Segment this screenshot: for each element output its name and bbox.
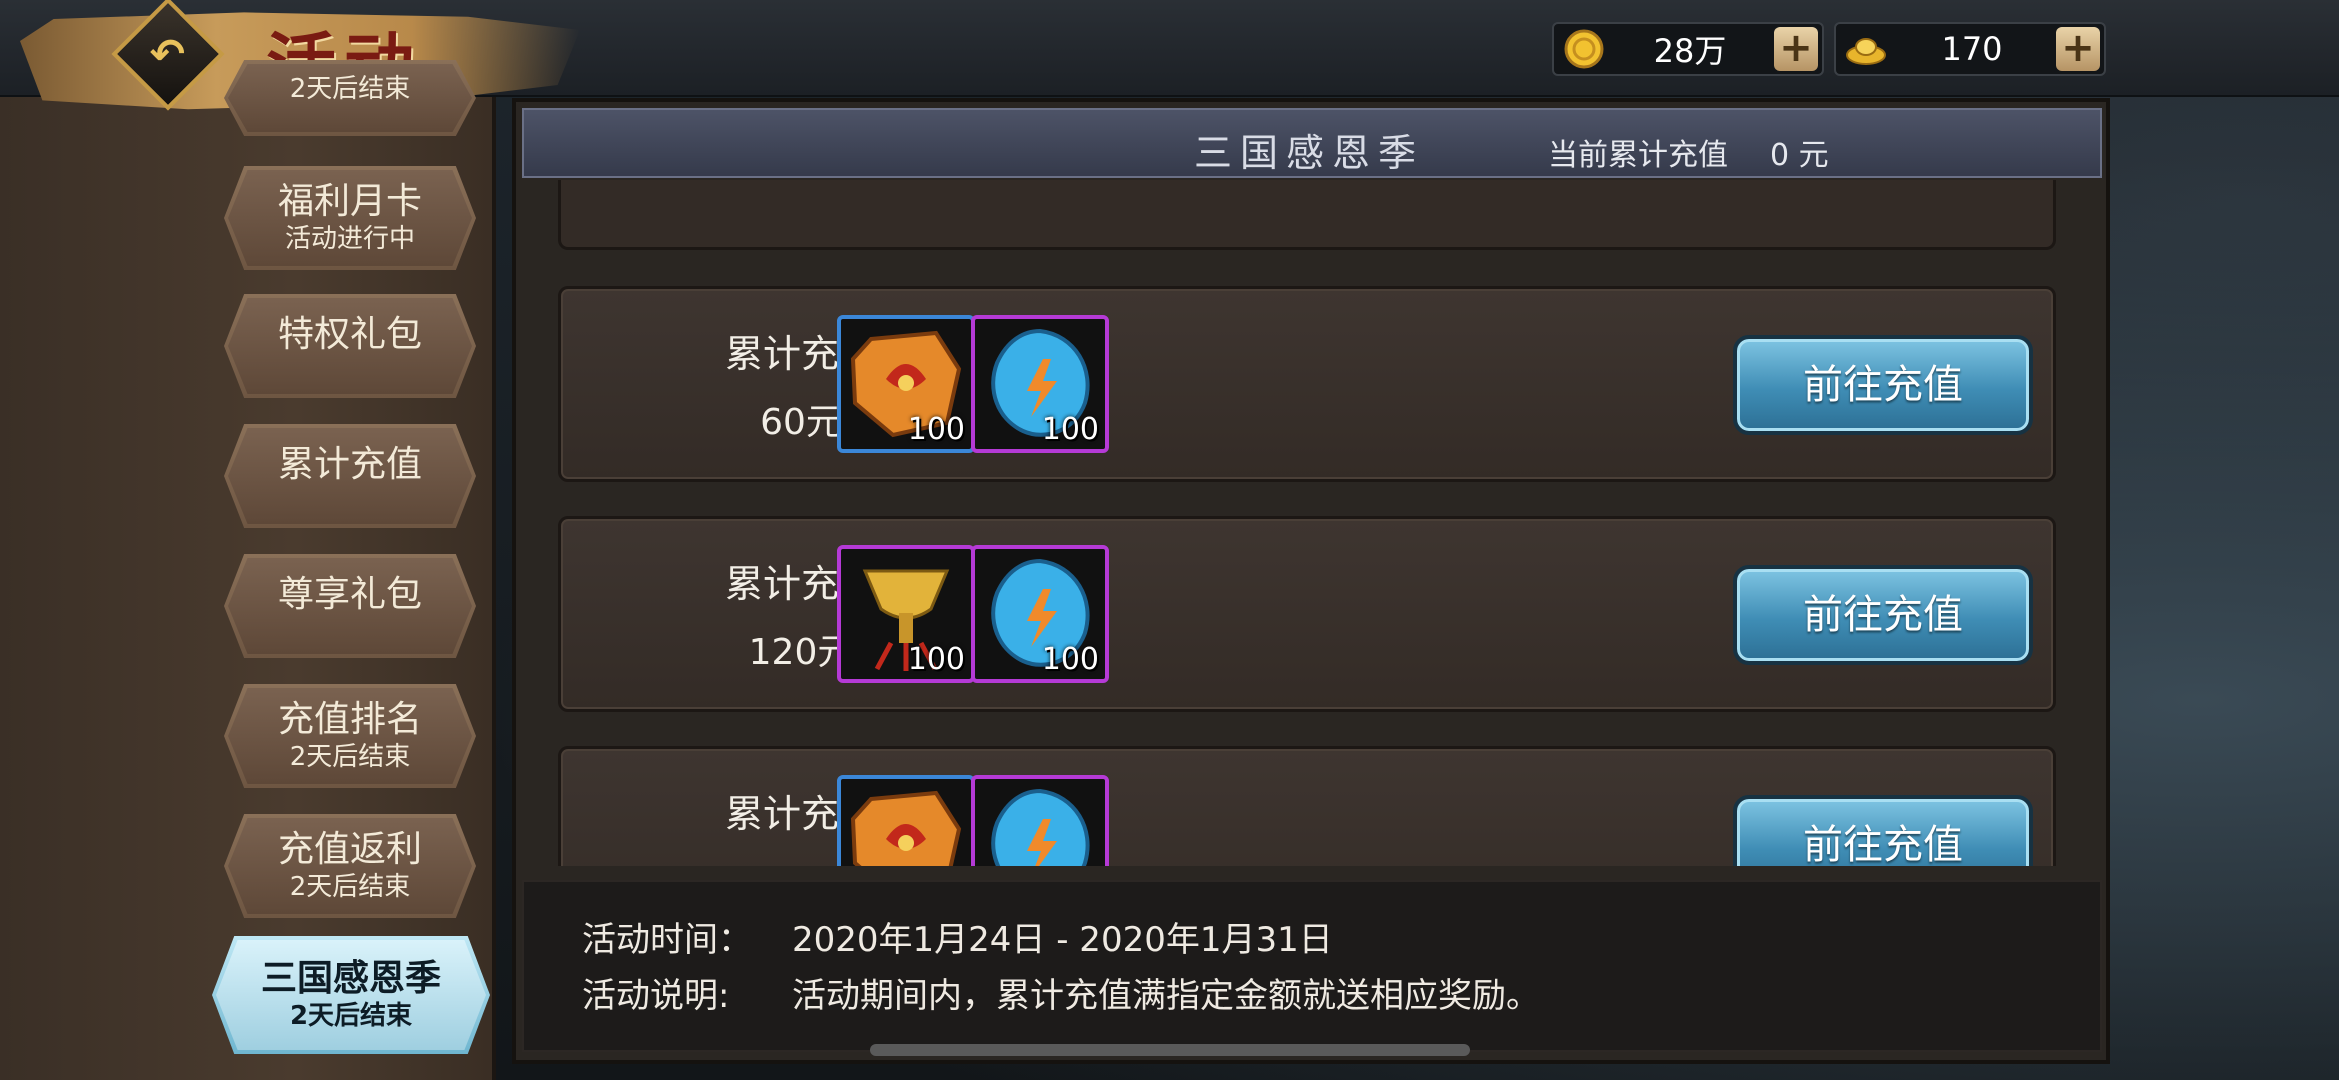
sidebar-item-label: 三国感恩季 (260, 958, 441, 999)
reward-item[interactable]: 100 (837, 545, 975, 683)
orange-rune-stone-icon (850, 790, 962, 866)
activity-description-value: 活动期间内，累计充值满指定金额就送相应奖励。 (792, 976, 1540, 1016)
sidebar-item-recharge-rebate[interactable]: 充值返利 2天后结束 (224, 814, 476, 918)
sidebar-item-label: 累计充值 (277, 444, 422, 485)
sidebar-item-status: 2天后结束 (289, 74, 411, 104)
sidebar-item-monthly-card[interactable]: 福利月卡 活动进行中 (224, 166, 476, 270)
sidebar-item-cumulative-recharge[interactable]: 累计充值 (224, 424, 476, 528)
gold-ingot-value: 170 (1941, 30, 2003, 68)
reward-row: 累计充值 前往充值 (558, 746, 2056, 866)
item-quantity: 100 (907, 412, 965, 447)
item-quantity: 100 (1041, 412, 1099, 447)
activity-time: 活动时间： 2020年1月24日 - 2020年1月31日 (582, 912, 1333, 961)
reward-item[interactable]: 100 (971, 315, 1109, 453)
gold-ingot-icon (1846, 38, 1886, 65)
sidebar-item-partial[interactable]: 2天后结束 (224, 60, 476, 136)
sidebar-item-privilege-pack[interactable]: 特权礼包 (224, 294, 476, 398)
go-recharge-button[interactable]: 前往充值 (1733, 335, 2033, 435)
gold-ingot-counter: 170 + (1834, 22, 2106, 76)
home-indicator[interactable] (870, 1044, 1470, 1056)
reward-row: 累计充值 120元 100 100 前往充值 (558, 516, 2056, 712)
reward-row: 累计充值 60元 100 100 前往充值 (558, 286, 2056, 482)
sidebar (0, 0, 496, 1080)
gold-coin-icon (1564, 29, 1604, 69)
sidebar-item-status: 活动进行中 (284, 224, 415, 254)
add-gold-button[interactable]: + (1774, 27, 1818, 71)
gold-coin-counter: 28万 + (1552, 22, 1824, 76)
sidebar-item-label: 特权礼包 (277, 314, 422, 355)
panel-title: 三国感恩季 (1194, 131, 1425, 175)
sidebar-item-exclusive-pack[interactable]: 尊享礼包 (224, 554, 476, 658)
activity-description-label: 活动说明: (582, 976, 730, 1016)
activity-description: 活动说明: 活动期间内，累计充值满指定金额就送相应奖励。 (582, 968, 1540, 1017)
go-recharge-button[interactable]: 前往充值 (1733, 795, 2033, 866)
gold-coin-value: 28万 (1653, 32, 1727, 70)
item-quantity: 100 (1041, 642, 1099, 677)
sidebar-item-label: 尊享礼包 (277, 574, 422, 615)
reward-item[interactable]: 100 (971, 545, 1109, 683)
blue-crystal-icon (991, 788, 1090, 866)
activity-time-label: 活动时间： (582, 920, 752, 960)
current-recharge-value: 0 元 (1770, 138, 1829, 173)
sidebar-item-status: 2天后结束 (289, 872, 411, 902)
panel-header: 三国感恩季 当前累计充值 0 元 (522, 108, 2102, 178)
list-item-partial (558, 180, 2056, 250)
add-ingot-button[interactable]: + (2056, 27, 2100, 71)
sidebar-item-label: 福利月卡 (277, 181, 422, 222)
sidebar-item-label: 充值排名 (277, 699, 422, 740)
reward-item[interactable]: 100 (837, 315, 975, 453)
activity-info: 活动时间： 2020年1月24日 - 2020年1月31日 活动说明: 活动期间内，… (522, 880, 2102, 1052)
reward-item[interactable] (837, 775, 975, 866)
current-recharge-label: 当前累计充值 (1548, 138, 1728, 173)
item-quantity: 100 (907, 642, 965, 677)
sidebar-item-status: 2天后结束 (289, 1001, 413, 1031)
sidebar-item-recharge-ranking[interactable]: 充值排名 2天后结束 (224, 684, 476, 788)
go-recharge-button[interactable]: 前往充值 (1733, 565, 2033, 665)
activity-time-value: 2020年1月24日 - 2020年1月31日 (792, 920, 1333, 960)
back-arrow-icon: ↶ (150, 29, 186, 79)
sidebar-item-thanksgiving-season[interactable]: 三国感恩季 2天后结束 (212, 936, 490, 1054)
reward-list[interactable]: 累计充值 60元 100 100 前往充值 累计充值 120元 100 100 … (530, 180, 2100, 866)
sidebar-item-status: 2天后结束 (289, 742, 411, 772)
sidebar-item-label: 充值返利 (277, 829, 422, 870)
reward-item[interactable] (971, 775, 1109, 866)
